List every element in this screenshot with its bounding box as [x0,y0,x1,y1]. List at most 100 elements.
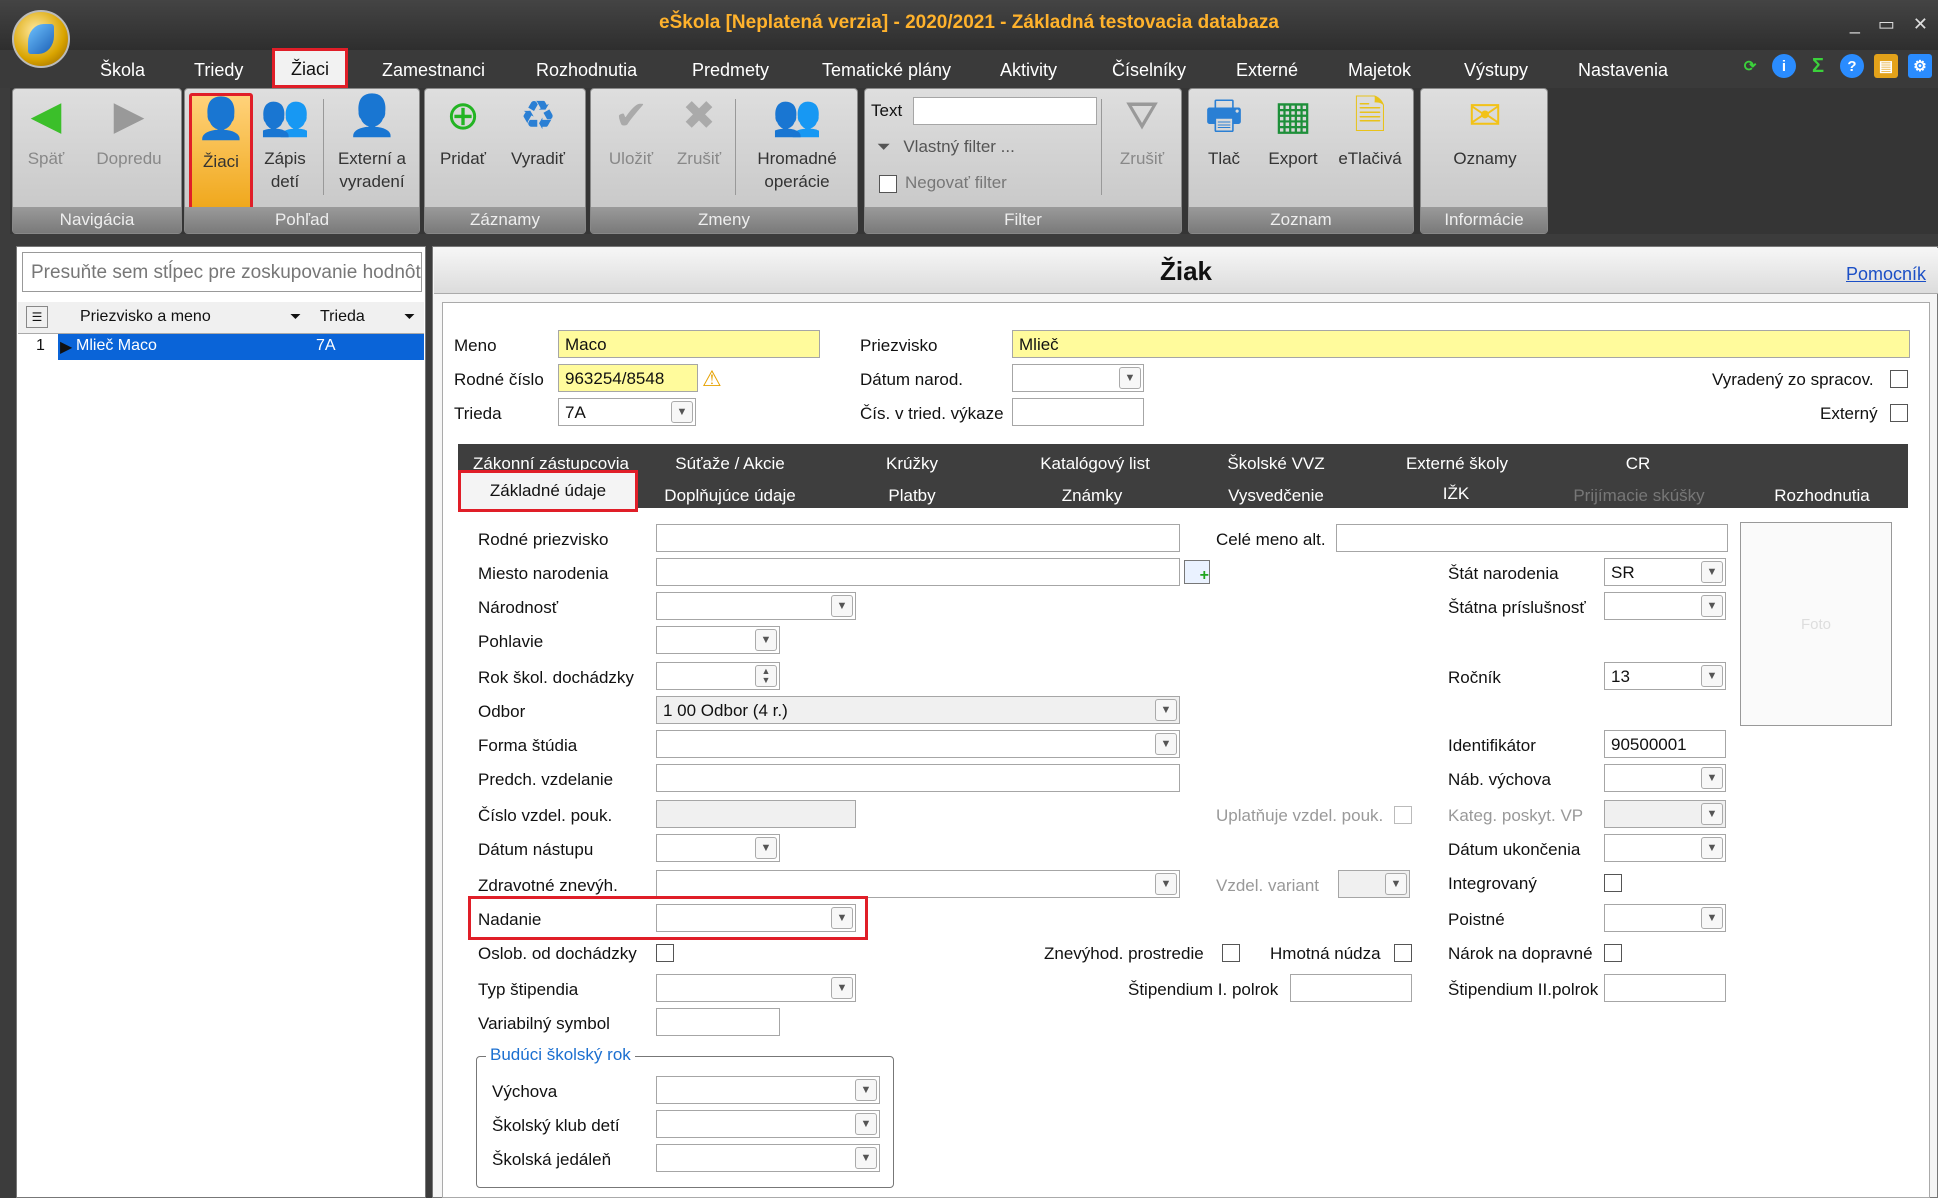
filter-name-icon[interactable]: ⏷ [290,308,301,325]
meno-field[interactable]: Maco [558,330,820,358]
rocnik-dropdown[interactable]: 13 ▼ [1604,662,1726,690]
tab-kruzky[interactable]: Krúžky [852,454,972,474]
rok-skol-dochadzky-stepper[interactable]: ▲ ▼ [656,662,780,690]
custom-filter-button[interactable]: ⏷ Vlastný filter ... [877,137,1015,157]
tab-vysvedcenie[interactable]: Vysvedčenie [1206,486,1346,506]
forward-button[interactable]: ▶ Dopredu [89,93,169,170]
tab-znamky[interactable]: Známky [1032,486,1152,506]
close-icon[interactable]: ✕ [1913,14,1928,35]
filter-text-input[interactable] [913,97,1097,125]
narodnost-dropdown[interactable]: ▼ [656,592,856,620]
skolsky-klub-dropdown[interactable]: ▼ [656,1110,880,1138]
tab-zakladne-udaje[interactable]: Základné údaje [458,470,638,512]
refresh-icon[interactable]: ⟳ [1738,54,1762,78]
skolska-jedalen-dropdown[interactable]: ▼ [656,1144,880,1172]
zapis-deti-button[interactable]: 👥 Zápis detí [255,93,315,193]
add-button[interactable]: ⊕ Pridať [433,93,493,170]
etlaciva-button[interactable]: 🗎 eTlačivá [1333,93,1407,170]
filter-class-icon[interactable]: ⏷ [404,308,415,325]
negate-filter-checkbox[interactable] [879,175,897,193]
ziaci-view-button[interactable]: 👤 Žiaci [189,93,253,211]
hmotna-nudza-checkbox[interactable] [1394,944,1412,962]
tab-sutaze-akcie[interactable]: Súťaže / Akcie [660,454,800,474]
add-place-icon[interactable]: + [1184,560,1210,584]
sum-icon[interactable]: Σ [1806,54,1830,78]
datum-narod-dropdown[interactable]: ▼ [1012,364,1144,392]
tab-katalogovy-list[interactable]: Katalógový list [1020,454,1170,474]
back-button[interactable]: ◀ Späť [21,93,71,170]
rodne-priezvisko-field[interactable] [656,524,1180,552]
nab-vychova-dropdown[interactable]: ▼ [1604,764,1726,792]
tab-rozhodnutia[interactable]: Rozhodnutia [1758,486,1886,506]
miesto-narodenia-field[interactable] [656,558,1180,586]
save-button[interactable]: ✔ Uložiť [603,93,659,170]
tab-doplnujuce-udaje[interactable]: Doplňujúce údaje [656,486,804,506]
column-header-class[interactable]: Trieda [320,308,365,326]
externi-vyradeni-button[interactable]: 👤 Externí a vyradení [327,93,417,193]
tab-platby[interactable]: Platby [852,486,972,506]
menu-majetok[interactable]: Majetok [1340,56,1419,86]
menu-ziaci[interactable]: Žiaci [272,48,349,88]
menu-predmety[interactable]: Predmety [684,56,777,86]
priezvisko-field[interactable]: Mlieč [1012,330,1910,358]
menu-skola[interactable]: Škola [92,56,153,86]
print-button[interactable]: 🖶 Tlač [1199,93,1249,170]
menu-triedy[interactable]: Triedy [186,56,251,86]
menu-rozhodnutia[interactable]: Rozhodnutia [528,56,645,86]
cis-vykaz-field[interactable] [1012,398,1144,426]
pohlavie-dropdown[interactable]: ▼ [656,626,780,654]
vychova-dropdown[interactable]: ▼ [656,1076,880,1104]
photo-placeholder[interactable]: Foto [1740,522,1892,726]
column-header-name[interactable]: Priezvisko a meno [80,308,211,326]
poistne-dropdown[interactable]: ▼ [1604,904,1726,932]
tab-externe-skoly[interactable]: Externé školy [1384,454,1530,474]
cancel-button[interactable]: ✖ Zrušiť [671,93,727,170]
forma-studia-dropdown[interactable]: ▼ [656,730,1180,758]
menu-ciselniky[interactable]: Číselníky [1104,56,1194,86]
variabilny-symbol-field[interactable] [656,1008,780,1036]
stat-narodenia-dropdown[interactable]: SR ▼ [1604,558,1726,586]
announcements-button[interactable]: ✉ Oznamy [1441,93,1529,170]
maximize-icon[interactable]: ▭ [1878,14,1895,35]
printer-icon[interactable]: ▤ [1874,54,1898,78]
menu-vystupy[interactable]: Výstupy [1456,56,1536,86]
narok-na-dopravne-checkbox[interactable] [1604,944,1622,962]
stipendium-1-field[interactable] [1290,974,1412,1002]
rodne-cislo-field[interactable]: 963254/8548 [558,364,698,392]
remove-button[interactable]: ♻ Vyradiť [501,93,575,170]
datum-ukoncenia-dropdown[interactable]: ▼ [1604,834,1726,862]
predch-vzdelanie-field[interactable] [656,764,1180,792]
minimize-icon[interactable]: _ [1850,14,1860,35]
column-chooser-icon[interactable]: ☰ [26,306,48,328]
menu-aktivity[interactable]: Aktivity [992,56,1065,86]
identifikator-field[interactable]: 90500001 [1604,730,1726,758]
filter-clear-button[interactable]: ⛛ Zrušiť [1109,93,1175,170]
export-button[interactable]: ▦ Export [1261,93,1325,170]
help-link[interactable]: Pomocník [1846,264,1926,285]
info-icon[interactable]: i [1772,54,1796,78]
menu-zamestnanci[interactable]: Zamestnanci [374,56,493,86]
menu-nastavenia[interactable]: Nastavenia [1570,56,1676,86]
tab-skolske-vvz[interactable]: Školské VVZ [1206,454,1346,474]
help-icon[interactable]: ? [1840,54,1864,78]
menu-externe[interactable]: Externé [1228,56,1306,86]
table-row[interactable]: 1 ▶ Mlieč Maco 7A [18,334,424,360]
bulk-operations-button[interactable]: 👥 Hromadné operácie [741,93,853,193]
tab-izk[interactable]: IŽK [1416,484,1496,504]
typ-stipendia-dropdown[interactable]: ▼ [656,974,856,1002]
settings-icon[interactable]: ⚙ [1908,54,1932,78]
nadanie-dropdown[interactable]: ▼ [656,904,856,932]
vyradeny-checkbox[interactable] [1890,370,1908,388]
menu-tematicke-plany[interactable]: Tematické plány [814,56,959,86]
zdravotne-znevyh-dropdown[interactable]: ▼ [656,870,1180,898]
group-by-drop-area[interactable]: Presuňte sem stĺpec pre zoskupovanie hod… [22,252,422,292]
statna-prislusnost-dropdown[interactable]: ▼ [1604,592,1726,620]
integrovany-checkbox[interactable] [1604,874,1622,892]
odbor-dropdown[interactable]: 1 00 Odbor (4 r.) ▼ [656,696,1180,724]
oslob-od-dochadzky-checkbox[interactable] [656,944,674,962]
tab-cr[interactable]: CR [1596,454,1680,474]
cele-meno-alt-field[interactable] [1336,524,1728,552]
externy-checkbox[interactable] [1890,404,1908,422]
datum-nastupu-dropdown[interactable]: ▼ [656,834,780,862]
znevyhod-prostredie-checkbox[interactable] [1222,944,1240,962]
